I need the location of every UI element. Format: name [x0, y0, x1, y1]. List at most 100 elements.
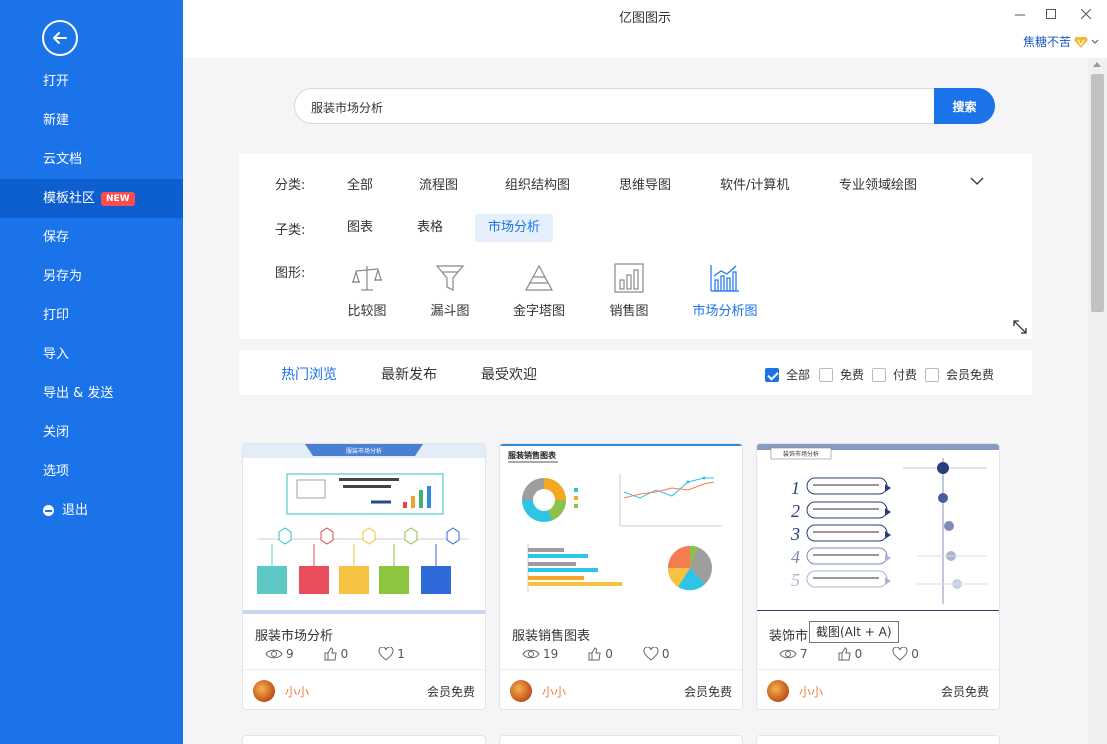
category-mind-map[interactable]: 思维导图: [619, 174, 671, 193]
sidebar-item-save-as[interactable]: 另存为: [0, 257, 183, 296]
sort-tabs-bar: 热门浏览 最新发布 最受欢迎 全部 免费 付费 会员免费: [239, 350, 1032, 395]
template-thumbnail[interactable]: 服装销售图表: [500, 444, 742, 614]
category-all[interactable]: 全部: [347, 174, 373, 193]
card-title[interactable]: 装饰市: [769, 625, 808, 644]
avatar[interactable]: [253, 680, 275, 702]
tab-latest[interactable]: 最新发布: [381, 364, 437, 384]
search-button[interactable]: 搜索: [934, 88, 995, 124]
sidebar-item-new[interactable]: 新建: [0, 101, 183, 140]
new-badge: NEW: [101, 191, 135, 206]
chevron-down-icon: [1091, 39, 1099, 44]
template-card[interactable]: 服装销售图表 服装销售图表 19 0 0 小小 会员免费: [499, 443, 743, 710]
sidebar-item-exit[interactable]: 退出: [0, 491, 183, 530]
card-title[interactable]: 服装市场分析: [255, 625, 333, 644]
heart-icon: [378, 647, 394, 661]
back-arrow-icon[interactable]: [42, 20, 78, 56]
shape-label-text: 市场分析图: [692, 304, 758, 319]
card-title[interactable]: 服装销售图表: [512, 625, 590, 644]
sidebar-item-import[interactable]: 导入: [0, 335, 183, 374]
shape-label-text: 漏斗图: [430, 304, 470, 319]
template-card[interactable]: [756, 735, 1000, 744]
maximize-icon[interactable]: [1036, 4, 1066, 24]
shape-label-text: 金字塔图: [512, 304, 565, 319]
sidebar-item-label: 保存: [43, 230, 70, 245]
checkbox[interactable]: [925, 367, 939, 382]
sidebar-item-template-community[interactable]: 模板社区 NEW: [0, 179, 183, 218]
close-icon[interactable]: [1071, 4, 1101, 24]
eye-icon: [779, 649, 797, 659]
like-count[interactable]: 0: [588, 647, 613, 661]
template-thumbnail[interactable]: 服装市场分析: [243, 444, 485, 614]
like-count[interactable]: 0: [838, 647, 862, 661]
market-analysis-icon: [710, 265, 739, 292]
sidebar-item-print[interactable]: 打印: [0, 296, 183, 335]
user-name: 焦糖不苦: [1022, 35, 1071, 49]
template-thumbnail[interactable]: 装饰市场分析 1 2 3 4 5: [757, 444, 999, 614]
avatar[interactable]: [767, 680, 789, 702]
checkbox[interactable]: [872, 367, 886, 382]
filter-paid-checkbox[interactable]: 付费: [872, 366, 917, 383]
shape-sales[interactable]: 销售图: [589, 262, 669, 319]
checkbox[interactable]: [819, 367, 833, 382]
sidebar-item-open[interactable]: 打开: [0, 62, 183, 101]
subcategory-market-analysis[interactable]: 市场分析: [475, 214, 554, 242]
eye-icon: [522, 649, 540, 659]
expand-icon[interactable]: [1012, 319, 1028, 335]
avatar[interactable]: [510, 680, 532, 702]
favorite-count[interactable]: 0: [892, 647, 919, 661]
shape-market-analysis[interactable]: 市场分析图: [685, 262, 765, 319]
favorite-count[interactable]: 1: [378, 647, 405, 661]
sidebar-item-options[interactable]: 选项: [0, 452, 183, 491]
like-count[interactable]: 0: [324, 647, 348, 661]
sidebar-item-close[interactable]: 关闭: [0, 413, 183, 452]
category-flowchart[interactable]: 流程图: [419, 174, 458, 193]
scroll-up-icon[interactable]: [1093, 62, 1101, 67]
heart-icon: [643, 647, 659, 661]
sales-chart-icon: [614, 263, 644, 293]
template-card[interactable]: [242, 735, 486, 744]
card-footer: 小小 会员免费: [500, 669, 742, 709]
exit-icon: [43, 505, 54, 516]
svg-text:5: 5: [791, 570, 800, 590]
card-stats: 9 0 1: [265, 647, 435, 661]
svg-text:4: 4: [791, 547, 800, 567]
chevron-down-icon[interactable]: [970, 176, 984, 186]
search-input[interactable]: 服装市场分析: [311, 99, 383, 116]
view-count: 9: [265, 647, 294, 661]
filter-free-checkbox[interactable]: 免费: [819, 366, 864, 383]
tab-hot[interactable]: 热门浏览: [281, 364, 337, 384]
minimize-icon[interactable]: [1005, 4, 1035, 24]
author-name[interactable]: 小小: [799, 683, 823, 700]
tab-popular[interactable]: 最受欢迎: [481, 364, 537, 384]
author-name[interactable]: 小小: [285, 683, 309, 700]
subcategory-table[interactable]: 表格: [404, 214, 456, 242]
author-name[interactable]: 小小: [542, 683, 566, 700]
sidebar-item-export-send[interactable]: 导出 & 发送: [0, 374, 183, 413]
sidebar-item-save[interactable]: 保存: [0, 218, 183, 257]
sidebar-item-cloud-docs[interactable]: 云文档: [0, 140, 183, 179]
template-card[interactable]: 装饰市场分析 12345 装饰市 7 0 0 小小 会员免费: [756, 443, 1000, 710]
vertical-scrollbar[interactable]: [1088, 58, 1107, 744]
category-label: 分类:: [275, 178, 306, 193]
svg-text:3: 3: [790, 524, 800, 544]
user-menu[interactable]: 焦糖不苦: [1023, 33, 1099, 50]
category-software[interactable]: 软件/计算机: [720, 174, 789, 193]
shape-funnel[interactable]: 漏斗图: [410, 262, 490, 319]
price-label: 会员免费: [426, 685, 475, 699]
filter-member-free-checkbox[interactable]: 会员免费: [925, 366, 994, 383]
filter-all-checkbox[interactable]: 全部: [765, 366, 810, 383]
checkbox[interactable]: [765, 367, 779, 382]
scroll-thumb[interactable]: [1091, 74, 1104, 312]
shape-pyramid[interactable]: 金字塔图: [499, 262, 579, 319]
shape-comparison[interactable]: 比较图: [327, 262, 407, 319]
template-card[interactable]: [499, 735, 743, 744]
subcategory-chart[interactable]: 图表: [334, 214, 386, 242]
view-count: 7: [779, 647, 808, 661]
sidebar-item-label: 打开: [43, 74, 70, 89]
category-org-chart[interactable]: 组织结构图: [505, 174, 570, 193]
screenshot-tooltip: 截图(Alt + A): [809, 621, 899, 643]
category-professional[interactable]: 专业领域绘图: [839, 174, 917, 193]
template-card[interactable]: 服装市场分析 服装市场分析 9 0 1 小小 会员免费: [242, 443, 486, 710]
vip-diamond-icon: [1074, 36, 1088, 48]
favorite-count[interactable]: 0: [643, 647, 670, 661]
